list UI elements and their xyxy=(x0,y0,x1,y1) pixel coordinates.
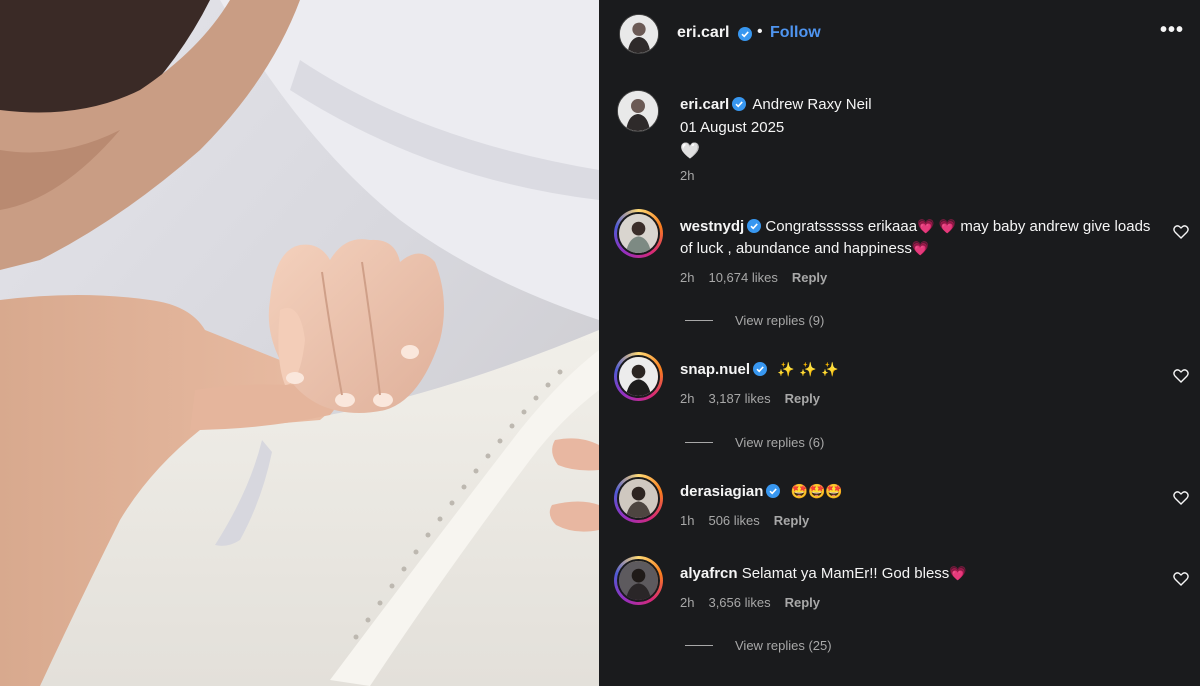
header-username[interactable]: eri.carl xyxy=(677,24,729,42)
comment-username[interactable]: snap.nuel xyxy=(680,361,750,378)
comment-likes[interactable]: 10,674 likes xyxy=(708,270,777,285)
white-heart-emoji: 🤍 xyxy=(680,141,700,160)
comment-time: 1h xyxy=(680,513,695,528)
avatar-image xyxy=(619,357,658,396)
comment-meta: 2h 3,187 likes Reply xyxy=(680,388,1160,410)
verified-badge-icon xyxy=(732,97,747,111)
post-photo xyxy=(0,0,599,686)
verified-badge-icon xyxy=(753,362,768,376)
commenter-avatar[interactable] xyxy=(614,209,663,258)
comment-meta: 2h 10,674 likes Reply xyxy=(680,267,1160,289)
comment-likes[interactable]: 3,656 likes xyxy=(708,595,770,610)
comment-item: derasiagian 🤩🤩🤩 1h 506 likes Reply xyxy=(680,481,1160,532)
sparkles-emoji: ✨ ✨ ✨ xyxy=(777,362,839,378)
pink-heart-emoji: 💗 xyxy=(949,566,967,582)
comment-likes[interactable]: 506 likes xyxy=(708,513,759,528)
view-replies-button[interactable]: View replies (9) xyxy=(685,313,824,328)
avatar-image xyxy=(620,15,658,53)
caption-username[interactable]: eri.carl xyxy=(680,96,729,113)
comment-time: 2h xyxy=(680,391,695,406)
pink-heart-emoji: 💗 xyxy=(917,219,935,235)
commenter-avatar[interactable] xyxy=(614,474,663,523)
post-caption: eri.carl Andrew Raxy Neil 01 August 2025… xyxy=(680,93,1140,187)
more-icon[interactable]: ••• xyxy=(1160,19,1184,42)
avatar-image xyxy=(619,479,658,518)
reply-button[interactable]: Reply xyxy=(774,513,809,528)
pink-heart-emoji: 💗 xyxy=(911,241,930,257)
verified-badge-icon xyxy=(738,27,752,41)
verified-badge-icon xyxy=(766,484,781,498)
follow-button[interactable]: Follow xyxy=(770,24,821,42)
caption-time: 2h xyxy=(680,168,695,183)
comment-meta: 1h 506 likes Reply xyxy=(680,510,1160,532)
comments-panel: eri.carl • Follow ••• eri.carl Andrew Ra… xyxy=(599,0,1200,686)
avatar-image xyxy=(618,91,658,131)
comment-text: Selamat ya MamEr!! God bless xyxy=(741,565,950,582)
like-heart-icon[interactable] xyxy=(1173,368,1189,384)
like-heart-icon[interactable] xyxy=(1173,571,1189,587)
verified-badge-icon xyxy=(747,219,762,233)
view-replies-button[interactable]: View replies (25) xyxy=(685,638,832,653)
comment-text: Congratssssss erikaaa xyxy=(765,218,918,235)
post-header: eri.carl • Follow ••• xyxy=(599,0,1200,68)
comment-item: alyafrcn Selamat ya MamEr!! God bless💗 2… xyxy=(680,563,1160,614)
comment-meta: 2h 3,656 likes Reply xyxy=(680,592,1160,614)
pink-heart-emoji: 💗 xyxy=(938,219,957,235)
view-replies-button[interactable]: View replies (6) xyxy=(685,435,824,450)
baby-hand-photo xyxy=(0,0,599,686)
avatar-image xyxy=(619,214,658,253)
comment-item: westnydj Congratssssss erikaaa💗 💗 may ba… xyxy=(680,216,1160,289)
comment-item: snap.nuel ✨ ✨ ✨ 2h 3,187 likes Reply xyxy=(680,359,1160,410)
comment-username[interactable]: westnydj xyxy=(680,218,744,235)
comment-username[interactable]: alyafrcn xyxy=(680,565,738,582)
avatar[interactable] xyxy=(619,14,659,54)
star-struck-emoji: 🤩🤩🤩 xyxy=(790,484,843,500)
avatar-image xyxy=(619,561,658,600)
like-heart-icon[interactable] xyxy=(1173,490,1189,506)
commenter-avatar[interactable] xyxy=(614,556,663,605)
caption-line2: 01 August 2025 xyxy=(680,119,785,136)
separator-dot: • xyxy=(757,23,763,40)
reply-button[interactable]: Reply xyxy=(785,595,820,610)
like-heart-icon[interactable] xyxy=(1173,224,1189,240)
comment-time: 2h xyxy=(680,595,695,610)
comment-likes[interactable]: 3,187 likes xyxy=(708,391,770,406)
reply-button[interactable]: Reply xyxy=(792,270,827,285)
reply-button[interactable]: Reply xyxy=(785,391,820,406)
comment-username[interactable]: derasiagian xyxy=(680,483,763,500)
caption-line1: Andrew Raxy Neil xyxy=(752,96,872,113)
comment-time: 2h xyxy=(680,270,695,285)
caption-avatar[interactable] xyxy=(617,90,659,132)
commenter-avatar[interactable] xyxy=(614,352,663,401)
